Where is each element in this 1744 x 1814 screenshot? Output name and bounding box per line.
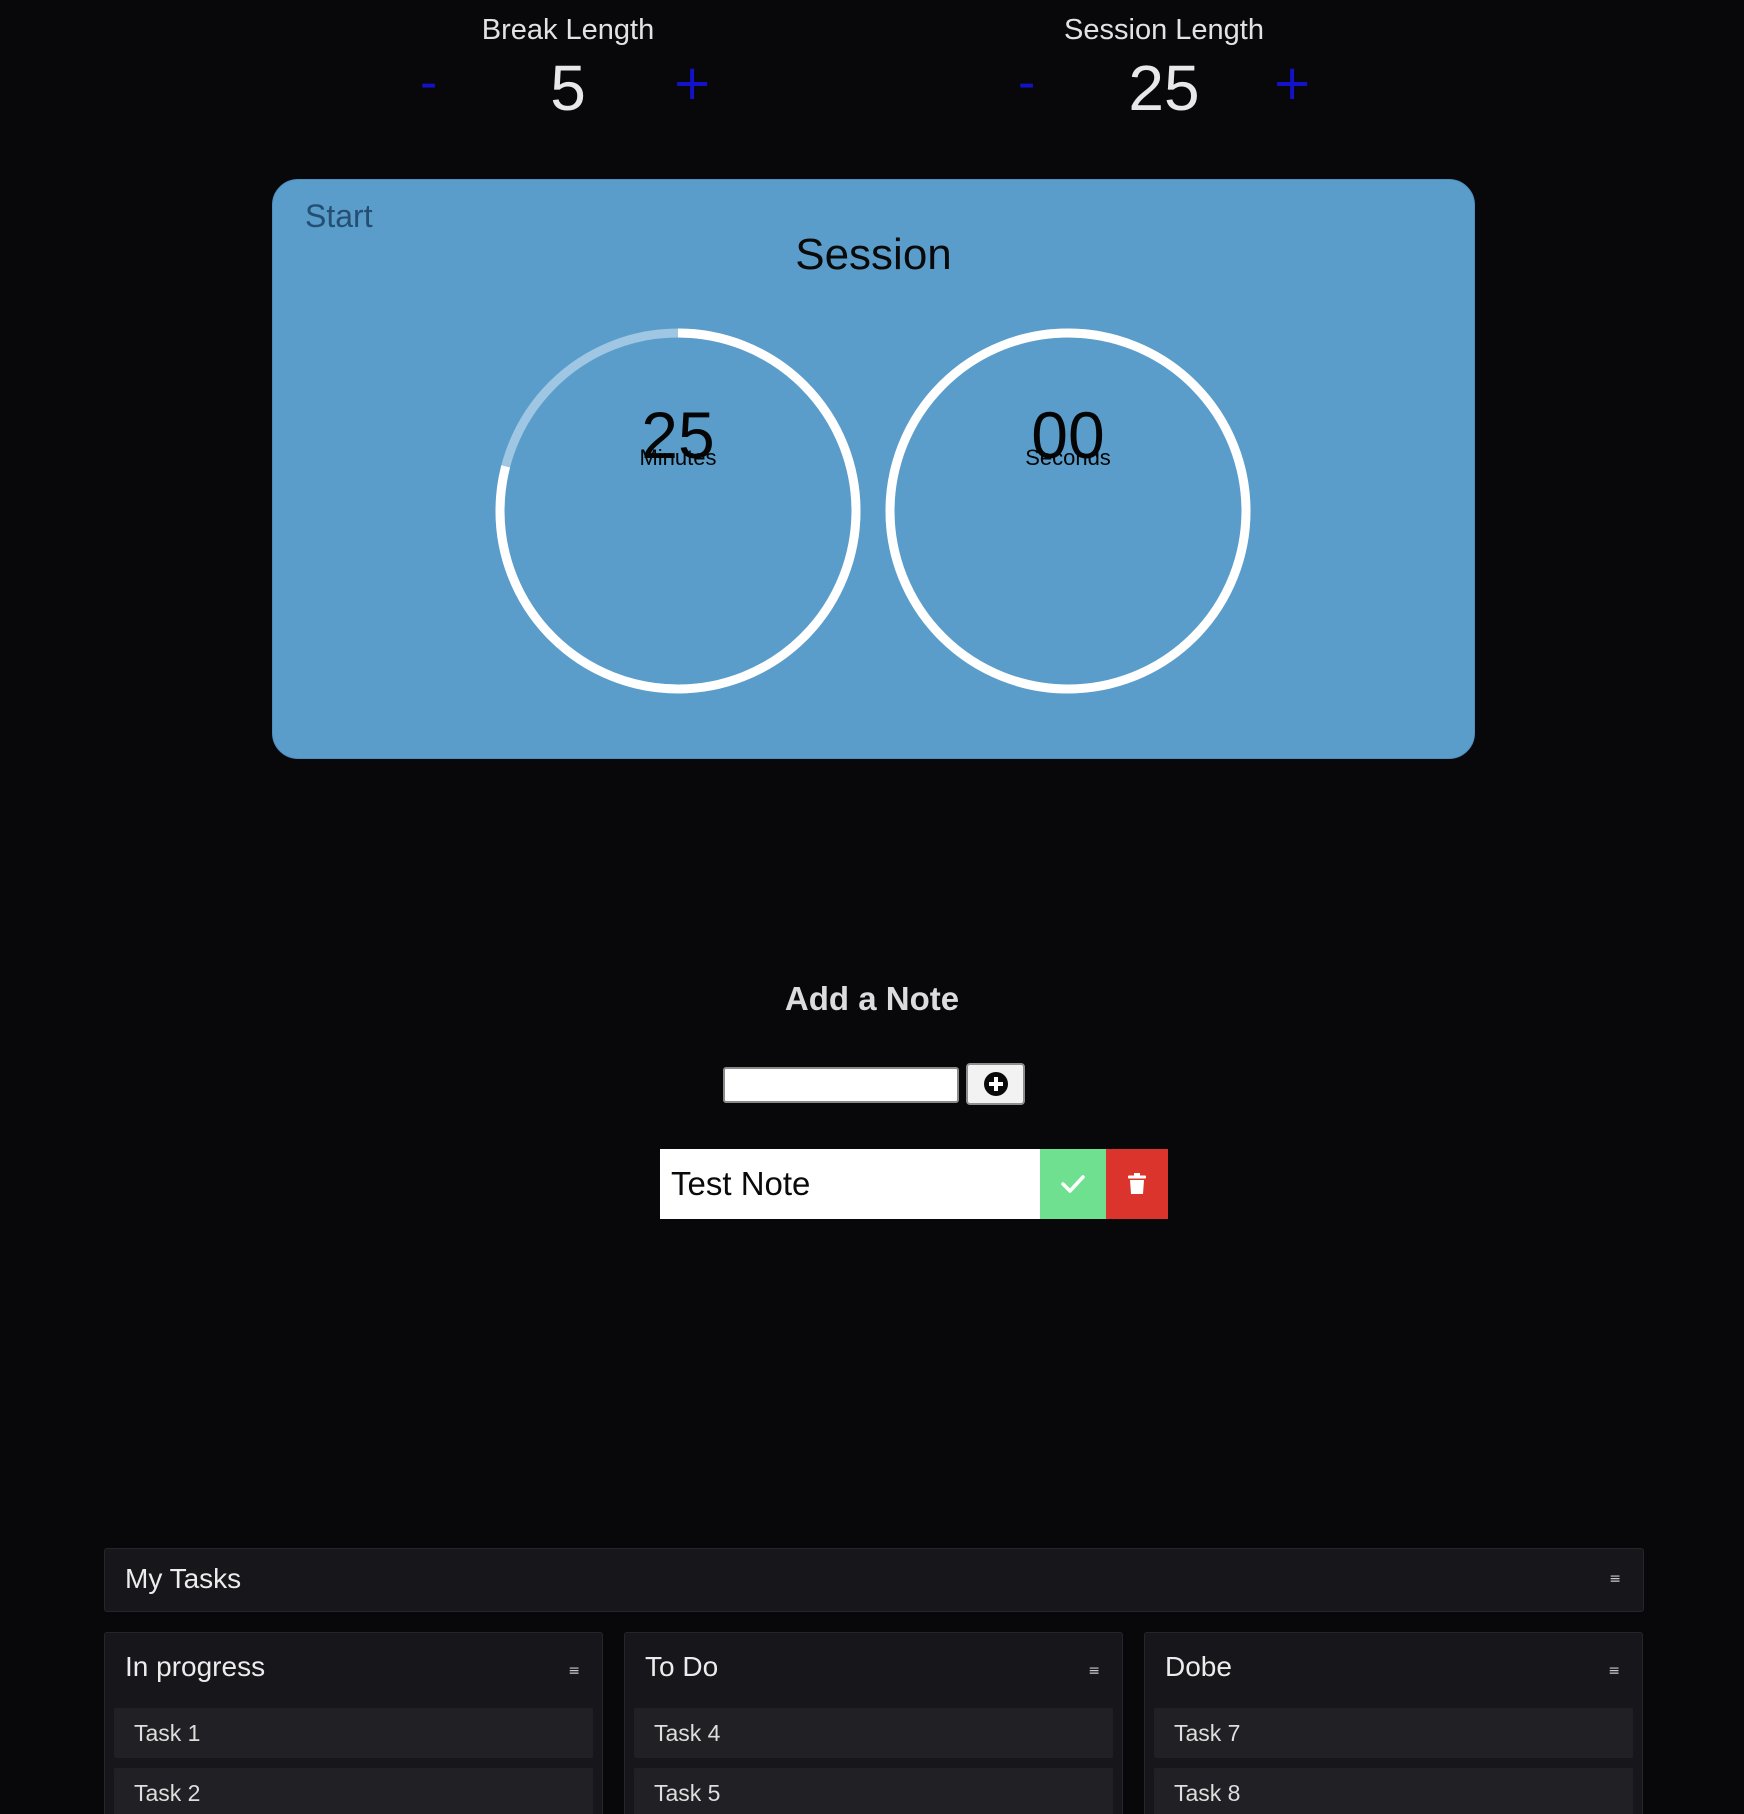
board-menu-icon[interactable]: ≡ <box>1609 1571 1621 1587</box>
task-card[interactable]: Task 5 <box>634 1768 1113 1814</box>
note-text: Test Note <box>660 1149 1040 1219</box>
minutes-unit-label: Minutes <box>639 445 717 470</box>
session-length-label: Session Length <box>1064 14 1264 46</box>
break-length-control: Break Length - 5 + <box>398 14 738 133</box>
seconds-unit-label: Seconds <box>1025 445 1111 470</box>
column-menu-icon[interactable]: ≡ <box>1608 1663 1620 1679</box>
task-column-in-progress: In progress ≡ Task 1 Task 2 <box>104 1632 603 1814</box>
task-column-dobe: Dobe ≡ Task 7 Task 8 <box>1144 1632 1643 1814</box>
column-title: To Do <box>645 1651 719 1682</box>
column-menu-icon[interactable]: ≡ <box>568 1663 580 1679</box>
board-header: My Tasks ≡ <box>104 1548 1644 1612</box>
column-menu-icon[interactable]: ≡ <box>1088 1663 1100 1679</box>
delete-note-button[interactable] <box>1106 1149 1168 1219</box>
session-length-row: - 25 + <box>994 52 1334 133</box>
task-card[interactable]: Task 2 <box>114 1768 593 1814</box>
break-length-label: Break Length <box>481 14 655 46</box>
note-item: Test Note <box>660 1149 1168 1219</box>
timer-mode-title: Session <box>795 230 952 279</box>
break-length-row: - 5 + <box>398 52 738 133</box>
break-increment-button[interactable]: + <box>672 59 712 107</box>
session-increment-button[interactable]: + <box>1272 59 1312 107</box>
minutes-ring-graphic <box>495 328 861 694</box>
add-note-heading: Add a Note <box>784 980 960 1017</box>
task-card[interactable]: Task 1 <box>114 1708 593 1758</box>
board-title: My Tasks <box>125 1563 242 1594</box>
column-title: In progress <box>125 1651 266 1682</box>
column-title: Dobe <box>1165 1651 1232 1682</box>
plus-circle-icon <box>983 1072 1008 1096</box>
task-card[interactable]: Task 7 <box>1154 1708 1633 1758</box>
minutes-ring: 25 Minutes <box>494 327 862 695</box>
session-length-control: Session Length - 25 + <box>994 14 1334 133</box>
task-card[interactable]: Task 8 <box>1154 1768 1633 1814</box>
check-icon <box>1061 1175 1085 1193</box>
task-column-to-do: To Do ≡ Task 4 Task 5 <box>624 1632 1123 1814</box>
note-input[interactable] <box>723 1067 959 1103</box>
seconds-ring: 00 Seconds <box>884 327 1252 695</box>
timer-card: Start Session 25 Minutes 00 Seconds <box>272 179 1475 759</box>
add-note-button[interactable] <box>966 1063 1025 1105</box>
app-root: Break Length - 5 + Session Length - 25 +… <box>0 0 1744 1814</box>
complete-note-button[interactable] <box>1040 1149 1106 1219</box>
seconds-ring-graphic <box>885 328 1251 694</box>
seconds-ring-progress <box>885 328 1251 694</box>
task-card[interactable]: Task 4 <box>634 1708 1113 1758</box>
trash-icon <box>1128 1173 1146 1194</box>
